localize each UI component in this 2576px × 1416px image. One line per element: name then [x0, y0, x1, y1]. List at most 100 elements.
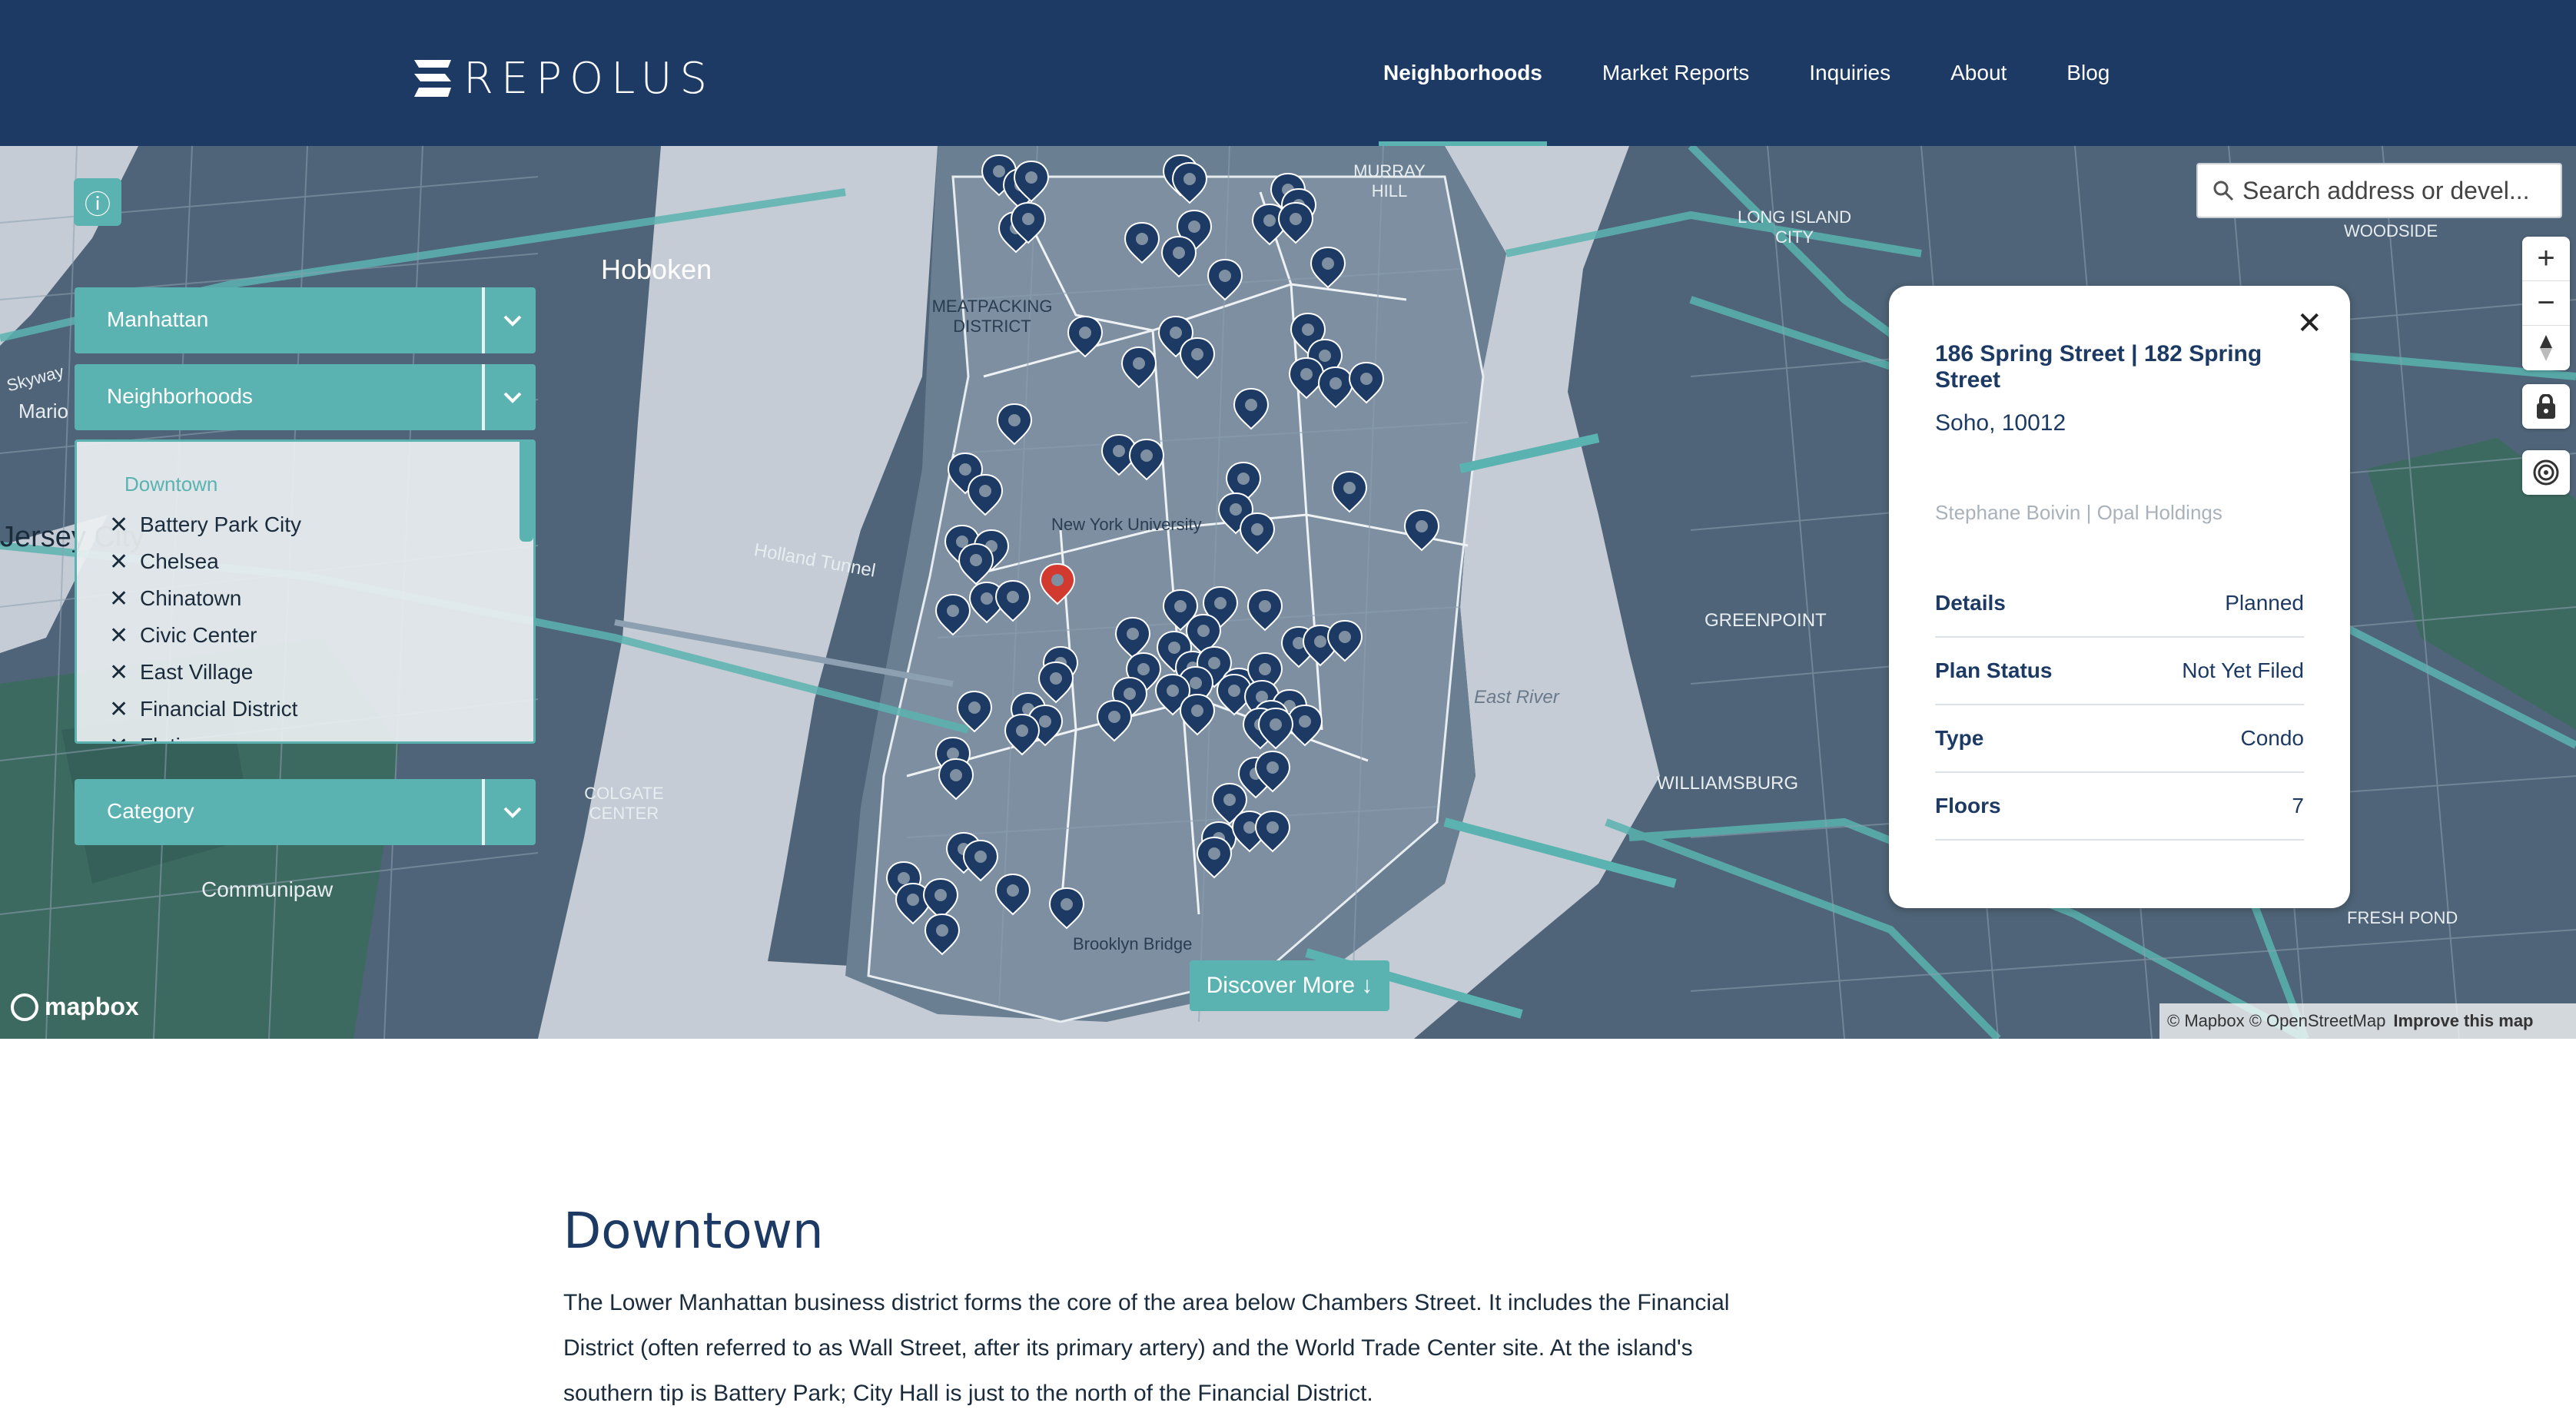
category-dropdown[interactable]: Category — [75, 779, 536, 845]
zoom-out-icon[interactable]: − — [2522, 281, 2570, 326]
nav-blog[interactable]: Blog — [2066, 0, 2110, 146]
close-icon[interactable]: ✕ — [109, 733, 140, 742]
map-pin-icon[interactable] — [1004, 713, 1041, 756]
table-row: Plan Status Not Yet Filed — [1935, 638, 2304, 705]
close-icon[interactable]: ✕ — [109, 549, 140, 575]
map-pin-icon[interactable] — [994, 873, 1031, 916]
map-pin-icon[interactable] — [1331, 470, 1368, 513]
nav-market-reports[interactable]: Market Reports — [1602, 0, 1749, 146]
map-pin-icon[interactable] — [1239, 512, 1276, 555]
zoom-in-icon[interactable]: + — [2522, 237, 2570, 281]
row-key: Details — [1935, 591, 2006, 615]
map-pin-icon[interactable] — [1067, 315, 1104, 358]
map-pin-icon[interactable] — [1233, 387, 1270, 430]
list-item[interactable]: ✕ East Village — [109, 654, 301, 691]
map-pin-icon[interactable] — [1403, 509, 1440, 552]
improve-map-link[interactable]: Improve this map — [2393, 1011, 2533, 1031]
neighborhood-name: Chelsea — [140, 549, 219, 573]
mapbox-logo[interactable]: mapbox — [11, 993, 139, 1021]
map-pin-icon[interactable] — [956, 690, 993, 733]
logo-mark-icon — [414, 60, 451, 97]
map-pin-icon[interactable] — [1348, 361, 1385, 404]
list-item[interactable]: ✕ Chelsea — [109, 543, 301, 580]
row-key: Type — [1935, 726, 1984, 750]
map-pin-icon[interactable] — [1124, 221, 1160, 264]
geolocate-icon[interactable] — [2522, 450, 2570, 495]
zoom-controls: + − — [2522, 237, 2570, 370]
close-icon[interactable]: ✕ — [109, 585, 140, 612]
discover-more-button[interactable]: Discover More ↓ — [1190, 960, 1389, 1011]
close-icon[interactable]: ✕ — [109, 512, 140, 539]
map-pin-icon[interactable] — [1317, 366, 1354, 409]
map-pin-icon[interactable] — [1114, 616, 1151, 659]
selected-map-pin-icon[interactable] — [1039, 562, 1076, 605]
search-input[interactable] — [2242, 176, 2550, 205]
list-item[interactable]: ✕ Civic Center — [109, 617, 301, 654]
map-pin-icon[interactable] — [922, 877, 959, 920]
close-icon[interactable]: ✕ — [109, 659, 140, 686]
map-pin-icon[interactable] — [934, 593, 971, 636]
close-icon[interactable]: ✕ — [109, 622, 140, 649]
close-icon[interactable]: ✕ — [2296, 306, 2322, 341]
info-button[interactable]: ⓘ — [74, 178, 121, 226]
nav-neighborhoods[interactable]: Neighborhoods — [1379, 0, 1547, 146]
neighborhood-list-panel[interactable]: Downtown ✕ Battery Park City ✕ Chelsea ✕ Ch… — [75, 439, 536, 744]
map-pin-icon[interactable] — [1254, 810, 1291, 853]
map-pin-icon[interactable] — [994, 579, 1031, 622]
list-item[interactable]: ✕ Chinatown — [109, 580, 301, 617]
popup-details-table: Details Planned Plan Status Not Yet Filed … — [1935, 570, 2304, 841]
map-pin-icon[interactable] — [1037, 661, 1074, 704]
map-pin-icon[interactable] — [958, 542, 994, 585]
map-pin-icon[interactable] — [1179, 693, 1216, 736]
map-pin-icon[interactable] — [1310, 246, 1346, 289]
borough-dropdown[interactable]: Manhattan — [75, 287, 536, 353]
chevron-down-icon[interactable] — [490, 287, 536, 353]
neighborhood-name: East Village — [140, 660, 254, 684]
neighborhoods-dropdown-label: Neighborhoods — [107, 384, 253, 408]
map-pin-icon[interactable] — [967, 473, 1004, 516]
map-pin-icon[interactable] — [1277, 201, 1314, 244]
map-pin-icon[interactable] — [1196, 836, 1233, 879]
table-row: Floors 7 — [1935, 773, 2304, 841]
map-pin-icon[interactable] — [1207, 258, 1243, 301]
map-pin-icon[interactable] — [1160, 235, 1197, 278]
list-item[interactable]: ✕ Financial District — [109, 691, 301, 728]
row-key: Floors — [1935, 794, 2001, 817]
row-value: Not Yet Filed — [2182, 658, 2304, 682]
lock-icon[interactable] — [2522, 384, 2570, 429]
neighborhood-name: Civic Center — [140, 623, 257, 647]
map-pin-icon[interactable] — [1120, 346, 1157, 389]
map-pin-icon[interactable] — [1326, 619, 1363, 662]
chevron-down-icon[interactable] — [490, 779, 536, 845]
geolocate-control — [2522, 450, 2570, 495]
nav-inquiries[interactable]: Inquiries — [1809, 0, 1891, 146]
map-canvas[interactable]: Hoboken MEATPACKING DISTRICT MURRAY HILL… — [0, 146, 2576, 1039]
map-pin-icon[interactable] — [996, 403, 1033, 446]
map-pin-icon[interactable] — [1288, 356, 1325, 400]
map-pin-icon[interactable] — [938, 758, 974, 801]
neighborhood-name: Financial District — [140, 697, 298, 721]
map-pin-icon[interactable] — [1171, 161, 1208, 204]
map-pin-icon[interactable] — [1179, 337, 1216, 380]
chevron-down-icon[interactable] — [490, 364, 536, 430]
map-pin-icon[interactable] — [1096, 699, 1133, 742]
neighborhoods-dropdown[interactable]: Neighborhoods — [75, 364, 536, 430]
popup-owner: Stephane Boivin | Opal Holdings — [1935, 501, 2222, 524]
compass-icon[interactable] — [2522, 326, 2570, 370]
map-pin-icon[interactable] — [924, 913, 961, 956]
map-search-box[interactable] — [2196, 163, 2562, 218]
site-logo[interactable]: REPOLUS — [411, 54, 715, 104]
attribution-text[interactable]: © Mapbox © OpenStreetMap — [2167, 1011, 2385, 1031]
map-pin-icon[interactable] — [962, 839, 999, 882]
list-item[interactable]: ✕Flatiron — [109, 728, 301, 742]
nav-about[interactable]: About — [1950, 0, 2007, 146]
section-heading: Downtown — [563, 1203, 824, 1260]
info-icon: ⓘ — [85, 190, 111, 220]
map-pin-icon[interactable] — [1128, 438, 1165, 481]
map-pin-icon[interactable] — [1048, 887, 1085, 930]
list-scrollbar[interactable] — [520, 442, 533, 542]
list-item[interactable]: ✕ Battery Park City — [109, 506, 301, 543]
close-icon[interactable]: ✕ — [109, 696, 140, 723]
category-dropdown-label: Category — [107, 799, 194, 823]
map-pin-icon[interactable] — [1247, 589, 1283, 632]
